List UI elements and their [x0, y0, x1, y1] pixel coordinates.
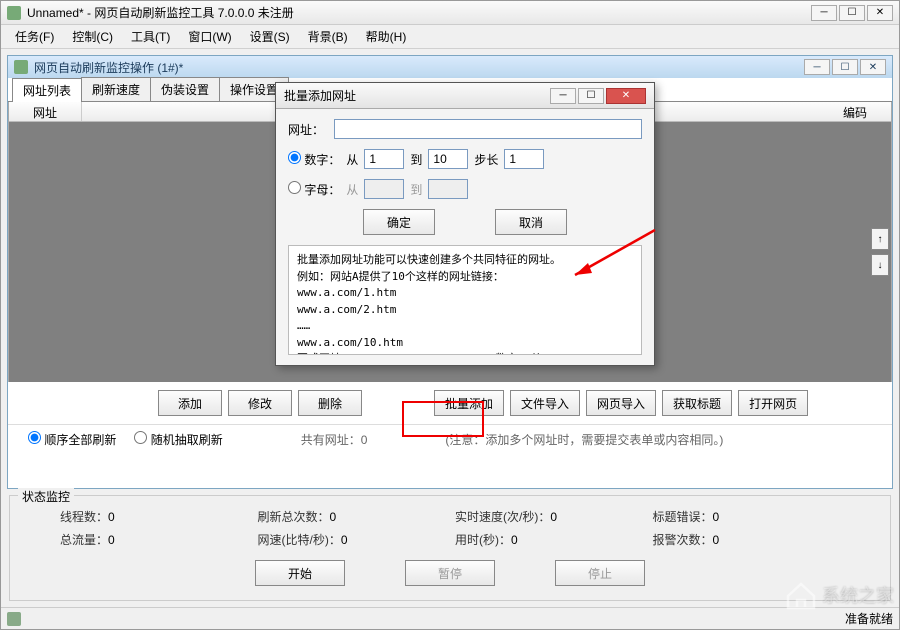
alpha-to-label: 到	[410, 181, 422, 198]
step-label: 步长	[474, 151, 498, 168]
menu-tools[interactable]: 工具(T)	[123, 26, 178, 47]
url-buttons-row: 添加 修改 删除 批量添加 文件导入 网页导入 获取标题 打开网页	[8, 382, 892, 424]
menubar: 任务(F) 控制(C) 工具(T) 窗口(W) 设置(S) 背景(B) 帮助(H…	[1, 25, 899, 49]
delete-button[interactable]: 删除	[298, 390, 362, 416]
title-err-label: 标题错误：	[653, 510, 713, 524]
house-icon	[784, 580, 818, 610]
speed-label: 实时速度(次/秒)：	[455, 510, 550, 524]
total-url-label: 共有网址：	[301, 433, 361, 447]
mdi-title-text: 网页自动刷新监控操作 (1#)*	[34, 59, 183, 76]
rand-refresh-radio[interactable]: 随机抽取刷新	[134, 431, 222, 448]
url-input[interactable]	[334, 119, 642, 139]
time-label: 用时(秒)：	[455, 533, 511, 547]
menu-window[interactable]: 窗口(W)	[180, 26, 239, 47]
traffic-value: 0	[108, 533, 115, 547]
edit-icon	[7, 612, 21, 626]
batch-add-button[interactable]: 批量添加	[434, 390, 504, 416]
mdi-close-button[interactable]: ✕	[860, 59, 886, 75]
status-group: 状态监控 线程数：0 刷新总次数：0 实时速度(次/秒)：0 标题错误：0 总流…	[9, 495, 891, 601]
file-import-button[interactable]: 文件导入	[510, 390, 580, 416]
move-down-button[interactable]: ↓	[871, 254, 889, 276]
get-title-button[interactable]: 获取标题	[662, 390, 732, 416]
refresh-total-value: 0	[330, 510, 337, 524]
dialog-titlebar[interactable]: 批量添加网址 ─ ☐ ✕	[276, 83, 654, 109]
ok-button[interactable]: 确定	[363, 209, 435, 235]
ready-text: 准备就绪	[845, 610, 893, 627]
tab-url-list[interactable]: 网址列表	[12, 78, 82, 102]
status-legend: 状态监控	[18, 488, 74, 505]
menu-settings[interactable]: 设置(S)	[242, 26, 298, 47]
to-label: 到	[410, 151, 422, 168]
main-close-button[interactable]: ✕	[867, 5, 893, 21]
refresh-total-label: 刷新总次数：	[258, 510, 330, 524]
menu-help[interactable]: 帮助(H)	[358, 26, 415, 47]
threads-label: 线程数：	[60, 510, 108, 524]
mdi-icon	[14, 60, 28, 74]
edit-button[interactable]: 修改	[228, 390, 292, 416]
main-minimize-button[interactable]: ─	[811, 5, 837, 21]
move-up-button[interactable]: ↑	[871, 228, 889, 250]
pause-button: 暂停	[405, 560, 495, 586]
title-err-value: 0	[713, 510, 720, 524]
web-import-button[interactable]: 网页导入	[586, 390, 656, 416]
options-row: 顺序全部刷新 随机抽取刷新 共有网址：0 (注意：添加多个网址时，需要提交表单或…	[8, 424, 892, 458]
note-text: (注意：添加多个网址时，需要提交表单或内容相同。)	[445, 431, 723, 448]
url-label: 网址：	[288, 121, 328, 138]
dialog-maximize-button[interactable]: ☐	[578, 88, 604, 104]
alpha-from-label: 从	[346, 181, 358, 198]
status-bar: 准备就绪	[1, 607, 899, 629]
add-button[interactable]: 添加	[158, 390, 222, 416]
col-encoding[interactable]: 编码	[819, 102, 891, 121]
dialog-close-button[interactable]: ✕	[606, 88, 646, 104]
alarm-label: 报警次数：	[653, 533, 713, 547]
menu-control[interactable]: 控制(C)	[64, 26, 121, 47]
start-button[interactable]: 开始	[255, 560, 345, 586]
help-text[interactable]: 批量添加网址功能可以快速创建多个共同特征的网址。 例如：网站A提供了10个这样的…	[288, 245, 642, 355]
cancel-button[interactable]: 取消	[495, 209, 567, 235]
to-input[interactable]	[428, 149, 468, 169]
alpha-radio[interactable]: 字母：	[288, 181, 340, 198]
stop-button: 停止	[555, 560, 645, 586]
col-url[interactable]: 网址	[9, 102, 82, 121]
number-radio[interactable]: 数字：	[288, 151, 340, 168]
alpha-from-input	[364, 179, 404, 199]
speed-value: 0	[550, 510, 557, 524]
tab-disguise[interactable]: 伪装设置	[150, 77, 220, 101]
mdi-titlebar: 网页自动刷新监控操作 (1#)* ─ ☐ ✕	[8, 56, 892, 78]
time-value: 0	[511, 533, 518, 547]
alarm-value: 0	[713, 533, 720, 547]
menu-task[interactable]: 任务(F)	[7, 26, 62, 47]
tab-refresh-speed[interactable]: 刷新速度	[81, 77, 151, 101]
net-label: 网速(比特/秒)：	[258, 533, 341, 547]
app-icon	[7, 6, 21, 20]
traffic-label: 总流量：	[60, 533, 108, 547]
alpha-to-input	[428, 179, 468, 199]
batch-add-dialog: 批量添加网址 ─ ☐ ✕ 网址： 数字： 从 到 步长 字母： 从 到	[275, 82, 655, 366]
from-label: 从	[346, 151, 358, 168]
threads-value: 0	[108, 510, 115, 524]
main-title-text: Unnamed* - 网页自动刷新监控工具 7.0.0.0 未注册	[27, 4, 294, 21]
seq-refresh-radio[interactable]: 顺序全部刷新	[28, 431, 116, 448]
total-url-value: 0	[361, 433, 368, 447]
mdi-maximize-button[interactable]: ☐	[832, 59, 858, 75]
watermark: 系统之家	[784, 580, 894, 610]
dialog-title-text: 批量添加网址	[284, 87, 356, 104]
open-page-button[interactable]: 打开网页	[738, 390, 808, 416]
main-maximize-button[interactable]: ☐	[839, 5, 865, 21]
main-titlebar: Unnamed* - 网页自动刷新监控工具 7.0.0.0 未注册 ─ ☐ ✕	[1, 1, 899, 25]
net-value: 0	[341, 533, 348, 547]
dialog-minimize-button[interactable]: ─	[550, 88, 576, 104]
from-input[interactable]	[364, 149, 404, 169]
menu-background[interactable]: 背景(B)	[300, 26, 356, 47]
mdi-minimize-button[interactable]: ─	[804, 59, 830, 75]
step-input[interactable]	[504, 149, 544, 169]
